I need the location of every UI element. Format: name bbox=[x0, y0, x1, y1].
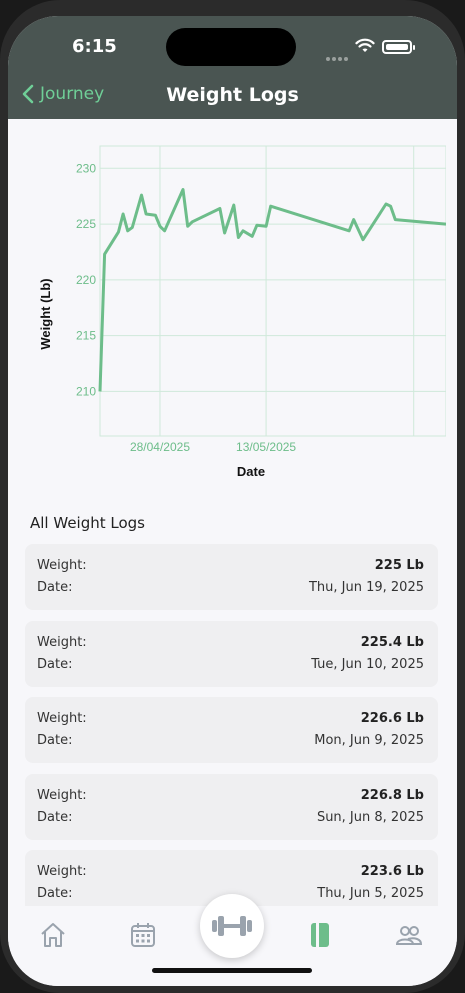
dynamic-island bbox=[166, 28, 296, 66]
date-label: Date: bbox=[37, 886, 73, 901]
weight-value: 226.8 Lb bbox=[360, 787, 424, 803]
home-icon[interactable] bbox=[38, 920, 68, 950]
bottom-tab-bar bbox=[8, 894, 457, 986]
weight-series-line bbox=[98, 188, 447, 392]
date-label: Date: bbox=[37, 580, 73, 595]
y-tick-label: 220 bbox=[76, 273, 96, 287]
plot-frame bbox=[99, 145, 447, 437]
weight-log-card[interactable]: Weight: 226.8 Lb Date: Sun, Jun 8, 2025 bbox=[25, 773, 438, 840]
weight-log-card[interactable]: Weight: 225 Lb Date: Thu, Jun 19, 2025 bbox=[25, 544, 438, 610]
date-label: Date: bbox=[37, 656, 73, 672]
date-label: Date: bbox=[37, 733, 73, 748]
weight-label: Weight: bbox=[37, 864, 87, 879]
workout-button[interactable] bbox=[200, 894, 264, 958]
journal-icon[interactable] bbox=[305, 920, 335, 950]
weight-log-card[interactable]: Weight: 225.4 Lb Date: Tue, Jun 10, 2025 bbox=[25, 620, 438, 687]
weight-label: Weight: bbox=[37, 634, 87, 650]
weight-log-card[interactable]: Weight: 226.6 Lb Date: Mon, Jun 9, 2025 bbox=[25, 697, 438, 763]
weight-chart: 230 225 220 215 210 28/04/2025 13/05/2025 Weig… bbox=[36, 142, 447, 487]
phone-frame: 6:15 Journey Weight Logs 230 225 220 215 210… bbox=[0, 0, 465, 993]
weight-label: Weight: bbox=[37, 787, 87, 803]
date-value: Sun, Jun 8, 2025 bbox=[316, 809, 424, 825]
screen: 6:15 Journey Weight Logs 230 225 220 215 210… bbox=[8, 16, 457, 986]
status-time: 6:15 bbox=[72, 36, 117, 57]
x-axis-label: Date bbox=[237, 464, 265, 479]
battery-icon bbox=[382, 40, 415, 54]
y-tick-label: 230 bbox=[76, 161, 96, 175]
date-value: Mon, Jun 9, 2025 bbox=[314, 733, 424, 748]
weight-label: Weight: bbox=[37, 558, 87, 573]
page-title: Weight Logs bbox=[166, 84, 299, 106]
weight-value: 226.6 Lb bbox=[360, 711, 424, 726]
date-value: Thu, Jun 5, 2025 bbox=[317, 886, 424, 901]
y-tick-label: 225 bbox=[76, 217, 96, 231]
dumbbell-icon bbox=[212, 916, 252, 936]
y-tick-label: 215 bbox=[76, 329, 96, 343]
date-value: Thu, Jun 19, 2025 bbox=[308, 580, 424, 595]
date-value: Tue, Jun 10, 2025 bbox=[311, 656, 424, 672]
weight-value: 225 Lb bbox=[374, 558, 424, 573]
section-title: All Weight Logs bbox=[30, 514, 145, 532]
y-axis-label: Weight (Lb) bbox=[38, 278, 53, 349]
y-tick-label: 210 bbox=[76, 384, 96, 398]
home-indicator bbox=[152, 968, 312, 973]
weight-chart-svg: 230 225 220 215 210 28/04/2025 13/05/2025 Weig… bbox=[38, 145, 447, 479]
wifi-icon bbox=[355, 38, 375, 52]
weight-value: 223.6 Lb bbox=[360, 864, 424, 879]
x-tick-label: 13/05/2025 bbox=[236, 440, 296, 454]
weight-label: Weight: bbox=[37, 711, 87, 726]
community-icon[interactable] bbox=[394, 920, 424, 950]
signal-icon bbox=[326, 46, 354, 61]
date-label: Date: bbox=[37, 809, 73, 825]
weight-value: 225.4 Lb bbox=[360, 634, 424, 650]
app-header: 6:15 Journey Weight Logs bbox=[8, 16, 457, 119]
x-tick-label: 28/04/2025 bbox=[130, 440, 190, 454]
calendar-icon[interactable] bbox=[128, 920, 158, 950]
